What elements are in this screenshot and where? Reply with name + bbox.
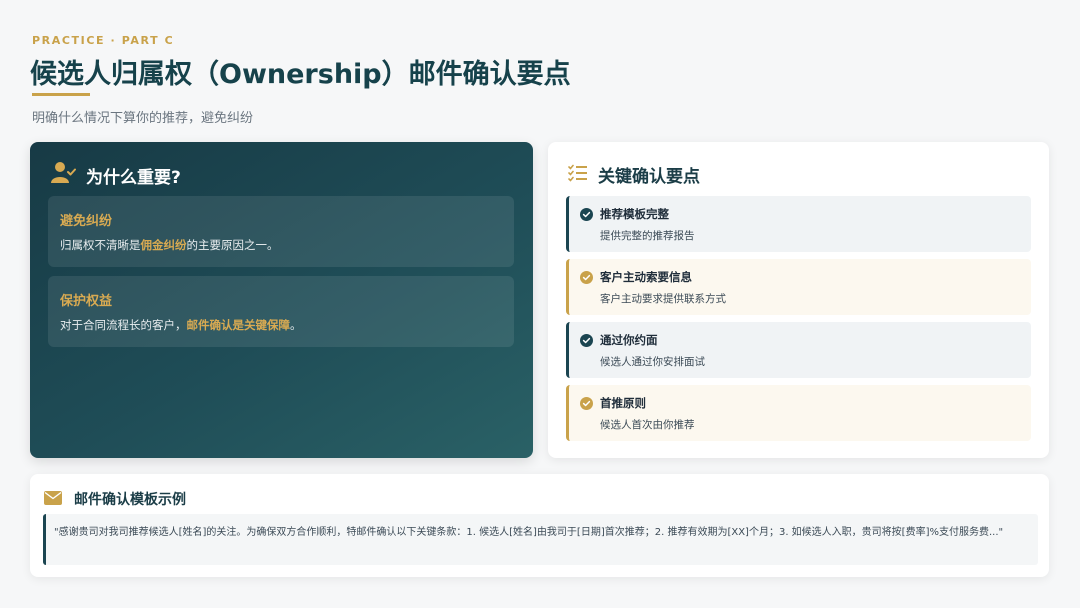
eyebrow-label: PRACTICE · PART C	[32, 34, 175, 47]
why-item-title: 避免纠纷	[60, 214, 113, 229]
point-template-complete: 推荐模板完整 提供完整的推荐报告	[566, 196, 1031, 252]
why-item-text-after: 的主要原因之一。	[186, 238, 279, 252]
point-interview-via-you: 通过你约面 候选人通过你安排面试	[566, 322, 1031, 378]
user-check-icon	[50, 160, 76, 190]
point-desc: 提供完整的推荐报告	[600, 230, 695, 242]
point-title: 通过你约面	[600, 333, 658, 347]
check-circle-icon	[580, 208, 593, 221]
point-desc: 候选人首次由你推荐	[600, 419, 695, 431]
email-template-header: 邮件确认模板示例	[44, 489, 186, 509]
email-template-quote: "感谢贵司对我司推荐候选人[姓名]的关注。为确保双方合作顺利，特邮件确认以下关键…	[43, 514, 1038, 565]
title-underline	[32, 93, 90, 96]
why-item-protect-rights: 保护权益 对于合同流程长的客户，邮件确认是关键保障。	[48, 276, 514, 347]
check-circle-icon	[580, 397, 593, 410]
page-title: 候选人归属权（Ownership）邮件确认要点	[30, 59, 571, 90]
point-client-request: 客户主动索要信息 客户主动要求提供联系方式	[566, 259, 1031, 315]
why-item-text-before: 对于合同流程长的客户，	[60, 318, 187, 332]
key-points-card: 关键确认要点 推荐模板完整 提供完整的推荐报告 客户主动索要信息 客户主动要求提…	[548, 142, 1049, 458]
email-template-title: 邮件确认模板示例	[74, 492, 186, 508]
checklist-icon	[568, 164, 588, 186]
why-item-text-before: 归属权不清晰是	[60, 238, 141, 252]
page-subtitle: 明确什么情况下算你的推荐，避免纠纷	[32, 111, 254, 126]
point-first-recommendation: 首推原则 候选人首次由你推荐	[566, 385, 1031, 441]
why-item-text: 对于合同流程长的客户，邮件确认是关键保障。	[60, 317, 502, 333]
why-important-header: 为什么重要?	[50, 160, 181, 190]
point-title: 首推原则	[600, 396, 646, 410]
why-item-title: 保护权益	[60, 294, 113, 309]
key-points-title: 关键确认要点	[598, 167, 700, 187]
check-circle-icon	[580, 334, 593, 347]
point-title: 客户主动索要信息	[600, 270, 692, 284]
point-desc: 客户主动要求提供联系方式	[600, 293, 726, 305]
why-item-avoid-dispute: 避免纠纷 归属权不清晰是佣金纠纷的主要原因之一。	[48, 196, 514, 267]
why-item-highlight: 邮件确认是关键保障	[186, 318, 291, 332]
point-title: 推荐模板完整	[600, 207, 669, 221]
why-item-text: 归属权不清晰是佣金纠纷的主要原因之一。	[60, 237, 502, 253]
email-template-card: 邮件确认模板示例 "感谢贵司对我司推荐候选人[姓名]的关注。为确保双方合作顺利，…	[30, 474, 1049, 577]
why-important-card: 为什么重要? 避免纠纷 归属权不清晰是佣金纠纷的主要原因之一。 保护权益 对于合…	[30, 142, 533, 458]
point-desc: 候选人通过你安排面试	[600, 356, 705, 368]
envelope-icon	[44, 490, 62, 509]
check-circle-icon	[580, 271, 593, 284]
why-item-highlight: 佣金纠纷	[140, 238, 187, 252]
why-item-text-after: 。	[290, 318, 302, 332]
key-points-header: 关键确认要点	[568, 162, 700, 187]
why-important-title: 为什么重要?	[86, 167, 181, 188]
